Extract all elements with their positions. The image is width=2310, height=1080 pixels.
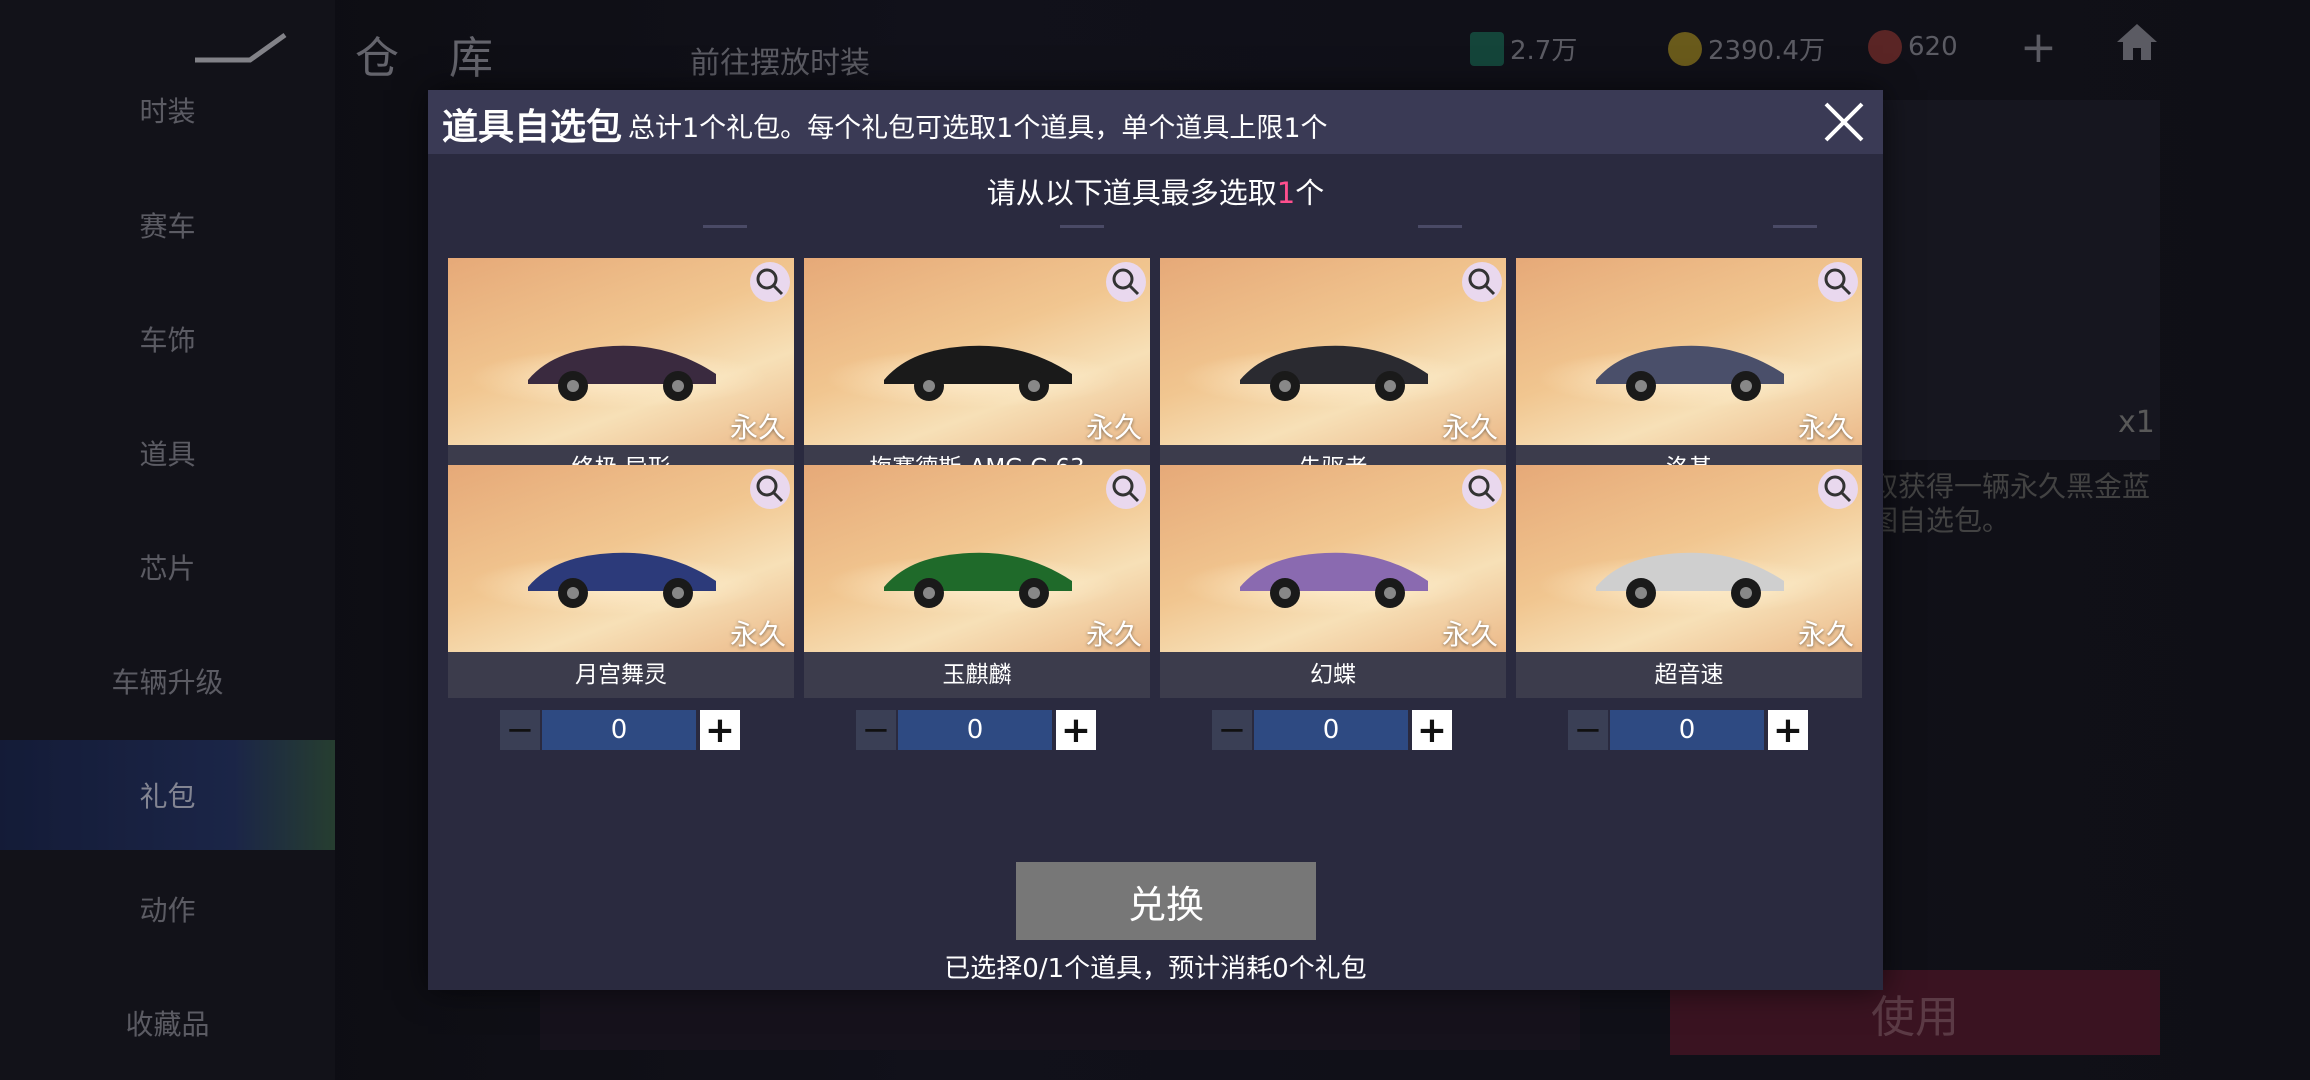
search-icon xyxy=(1112,268,1140,296)
permanent-tag: 永久 xyxy=(1797,618,1854,651)
car-icon xyxy=(884,345,1072,401)
instruction-suffix: 个 xyxy=(1295,176,1325,210)
instruction-prefix: 请从以下道具最多选取 xyxy=(986,176,1277,210)
car-icon xyxy=(528,552,716,608)
item-card[interactable]: 永久先驱者 xyxy=(1160,258,1506,491)
quantity-value: 0 xyxy=(1610,710,1764,750)
item-card[interactable]: 永久超音速 xyxy=(1516,465,1862,698)
item-card[interactable]: 永久洛基 xyxy=(1516,258,1862,491)
divider xyxy=(1060,225,1104,228)
permanent-tag: 永久 xyxy=(1441,411,1498,444)
item-card[interactable]: 永久梅赛德斯-AMG G 63 xyxy=(804,258,1150,491)
permanent-tag: 永久 xyxy=(1085,411,1142,444)
dialog-title: 道具自选包 xyxy=(442,107,623,148)
car-icon xyxy=(1240,552,1428,608)
item-image: 永久 xyxy=(448,465,794,652)
item-image: 永久 xyxy=(1516,465,1862,652)
item-card[interactable]: 永久幻蝶 xyxy=(1160,465,1506,698)
quantity-stepper: −0+ xyxy=(500,710,740,751)
increment-button[interactable]: + xyxy=(1412,710,1452,751)
increment-button[interactable]: + xyxy=(700,710,740,751)
instruction-max: 1 xyxy=(1276,176,1296,210)
permanent-tag: 永久 xyxy=(1441,618,1498,651)
divider xyxy=(1418,225,1462,228)
dialog-subtitle: 总计1个礼包。每个礼包可选取1个道具，单个道具上限1个 xyxy=(628,113,1328,144)
quantity-stepper: −0+ xyxy=(1568,710,1808,751)
permanent-tag: 永久 xyxy=(1085,618,1142,651)
search-icon xyxy=(1824,268,1852,296)
car-icon xyxy=(1240,345,1428,401)
search-icon xyxy=(1468,268,1496,296)
zoom-button[interactable] xyxy=(1106,469,1146,509)
car-icon xyxy=(1596,552,1784,608)
search-icon xyxy=(756,268,784,296)
quantity-stepper: −0+ xyxy=(1212,710,1452,751)
increment-button[interactable]: + xyxy=(1056,710,1096,751)
redeem-button[interactable]: 兑换 xyxy=(1016,862,1316,940)
decrement-button[interactable]: − xyxy=(1212,710,1252,750)
search-icon xyxy=(756,475,784,503)
zoom-button[interactable] xyxy=(1818,262,1858,302)
zoom-button[interactable] xyxy=(750,469,790,509)
item-name: 超音速 xyxy=(1654,662,1724,688)
selection-instruction: 请从以下道具最多选取1个 xyxy=(428,170,1883,212)
decrement-button[interactable]: − xyxy=(500,710,540,750)
quantity-value: 0 xyxy=(898,710,1052,750)
item-image: 永久 xyxy=(804,465,1150,652)
car-icon xyxy=(528,345,716,401)
item-card[interactable]: 永久玉麒麟 xyxy=(804,465,1150,698)
divider xyxy=(703,225,747,228)
item-image: 永久 xyxy=(1160,258,1506,445)
zoom-button[interactable] xyxy=(750,262,790,302)
zoom-button[interactable] xyxy=(1106,262,1146,302)
item-name: 月宫舞灵 xyxy=(575,662,667,688)
quantity-value: 0 xyxy=(1254,710,1408,750)
car-icon xyxy=(1596,345,1784,401)
search-icon xyxy=(1112,475,1140,503)
car-icon xyxy=(884,552,1072,608)
zoom-button[interactable] xyxy=(1818,469,1858,509)
permanent-tag: 永久 xyxy=(729,411,786,444)
selection-summary: 已选择0/1个道具，预计消耗0个礼包 xyxy=(944,954,1367,984)
item-image: 永久 xyxy=(804,258,1150,445)
search-icon xyxy=(1468,475,1496,503)
decrement-button[interactable]: − xyxy=(856,710,896,750)
permanent-tag: 永久 xyxy=(1797,411,1854,444)
zoom-button[interactable] xyxy=(1462,262,1502,302)
close-icon[interactable] xyxy=(1818,96,1870,148)
item-name: 玉麒麟 xyxy=(942,662,1012,688)
item-image: 永久 xyxy=(1160,465,1506,652)
item-card[interactable]: 永久月宫舞灵 xyxy=(448,465,794,698)
permanent-tag: 永久 xyxy=(729,618,786,651)
item-image: 永久 xyxy=(448,258,794,445)
zoom-button[interactable] xyxy=(1462,469,1502,509)
increment-button[interactable]: + xyxy=(1768,710,1808,751)
quantity-stepper: −0+ xyxy=(856,710,1096,751)
item-image: 永久 xyxy=(1516,258,1862,445)
item-card[interactable]: 永久终极·异形 xyxy=(448,258,794,491)
decrement-button[interactable]: − xyxy=(1568,710,1608,750)
item-select-dialog: 道具自选包 总计1个礼包。每个礼包可选取1个道具，单个道具上限1个 请从以下道具… xyxy=(428,90,1883,990)
divider xyxy=(1773,225,1817,228)
quantity-value: 0 xyxy=(542,710,696,750)
search-icon xyxy=(1824,475,1852,503)
item-name: 幻蝶 xyxy=(1310,662,1356,688)
